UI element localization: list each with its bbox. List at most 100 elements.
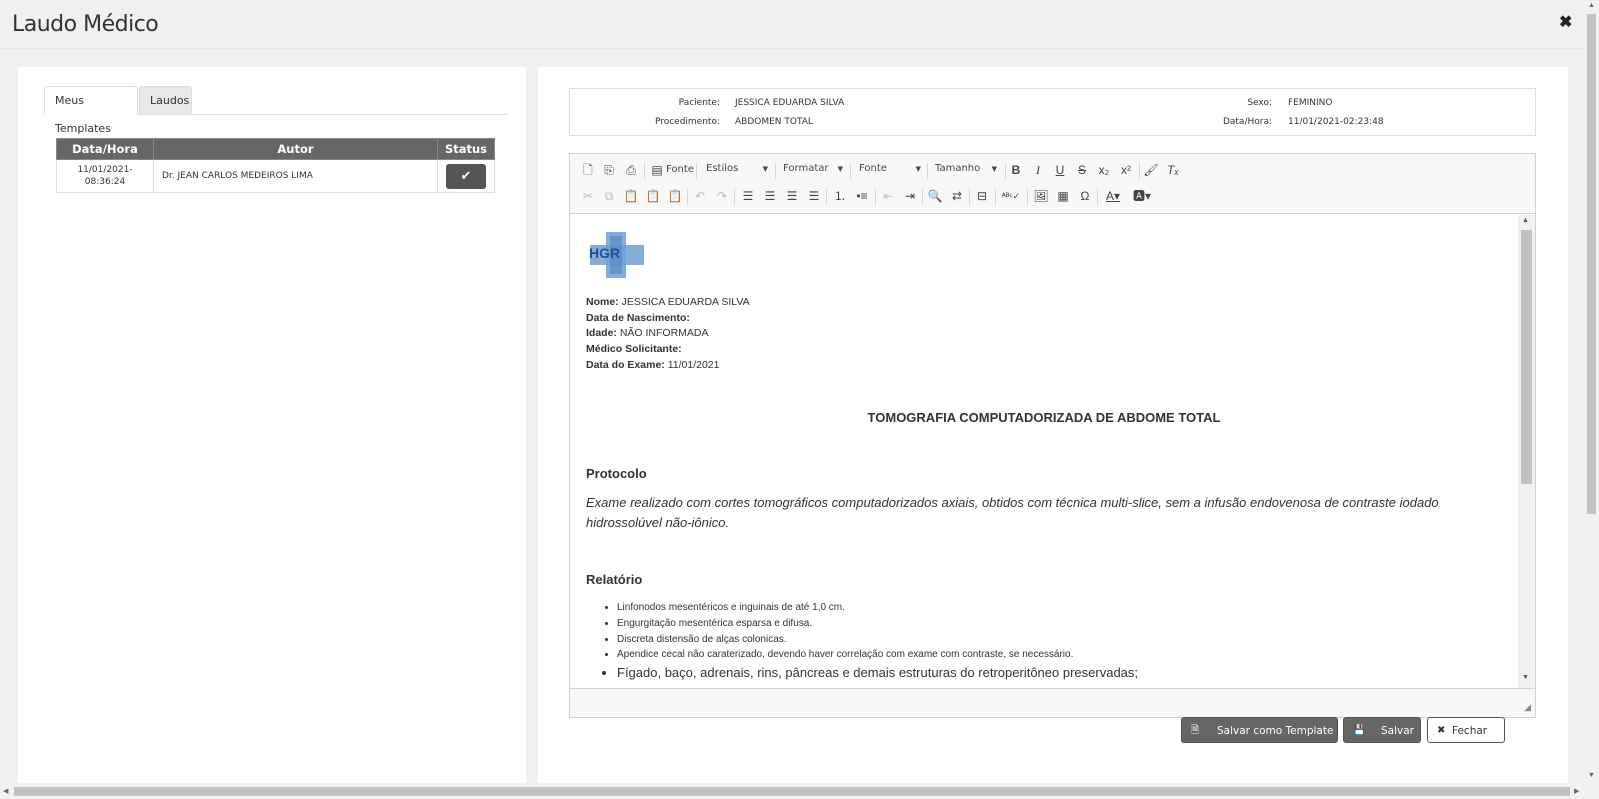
align-center-icon[interactable]: ☰ <box>761 187 779 205</box>
nascimento-label: Data de Nascimento: <box>586 312 690 324</box>
copy-format-icon[interactable]: 🖌 <box>1142 161 1160 179</box>
relatorio-list: Linfonodos mesentéricos e inguinais de a… <box>617 600 1138 683</box>
chevron-down-icon: ▼ <box>837 165 843 173</box>
save-button[interactable]: 💾 Salvar <box>1343 717 1421 743</box>
table-icon[interactable]: ▦ <box>1054 187 1072 205</box>
strikethrough-icon[interactable]: S <box>1073 161 1091 179</box>
redo-icon[interactable]: ↷ <box>713 187 731 205</box>
background-color-icon[interactable]: 🅰▾ <box>1130 187 1154 205</box>
close-label: Fechar <box>1452 725 1488 737</box>
save-template-button[interactable]: 🗎 Salvar como Template <box>1181 717 1338 743</box>
header-divider <box>0 48 1584 49</box>
print-icon[interactable]: ⎙ <box>622 161 640 179</box>
source-button[interactable]: Fonte <box>666 161 694 179</box>
italic-icon[interactable]: I <box>1029 161 1047 179</box>
image-icon[interactable]: 🖼 <box>1032 187 1050 205</box>
scrollbar-thumb[interactable] <box>1587 14 1596 514</box>
text-color-icon[interactable]: A▾ <box>1101 187 1125 205</box>
preview-icon[interactable]: ⎘ <box>600 161 618 179</box>
scroll-down-icon[interactable]: ▼ <box>1522 674 1529 681</box>
table-row[interactable]: 11/01/2021- 08:36:24 Dr. JEAN CARLOS MED… <box>56 159 495 193</box>
idade-line: Idade: NÃO INFORMADA <box>586 327 709 339</box>
hgr-logo: HGR <box>586 230 648 280</box>
remove-format-icon[interactable]: Tₓ <box>1164 161 1182 179</box>
header-status[interactable]: Status <box>437 138 495 160</box>
list-item: Fígado, baço, adrenais, rins, pâncreas e… <box>617 663 1138 683</box>
replace-icon[interactable]: ⇄ <box>948 187 966 205</box>
header-data-hora[interactable]: Data/Hora <box>56 138 154 160</box>
outdent-icon[interactable]: ⇤ <box>879 187 897 205</box>
close-button[interactable]: ✖ Fechar <box>1427 717 1505 743</box>
styles-label: Estilos <box>706 163 739 174</box>
tab-meus-templates[interactable]: Meus Templates <box>44 86 138 135</box>
procedimento-label: Procedimento: <box>654 117 720 127</box>
find-icon[interactable]: 🔍 <box>926 187 944 205</box>
scroll-up-icon[interactable]: ▲ <box>1522 217 1529 224</box>
new-page-icon[interactable]: 🗋 <box>579 161 597 179</box>
header-autor[interactable]: Autor <box>153 138 438 160</box>
paste-icon[interactable]: 📋 <box>622 187 640 205</box>
row-author: Dr. JEAN CARLOS MEDEIROS LIMA <box>153 159 438 193</box>
sexo-label: Sexo: <box>1247 98 1272 108</box>
scrollbar-thumb[interactable] <box>14 787 1570 796</box>
numbered-list-icon[interactable]: ⒈ <box>831 187 849 205</box>
nome-value: JESSICA EDUARDA SILVA <box>621 296 750 308</box>
floppy-icon: 💾 <box>1353 725 1366 736</box>
chevron-down-icon: ▼ <box>762 165 768 173</box>
paste-text-icon[interactable]: 📋 <box>644 187 662 205</box>
special-char-icon[interactable]: Ω <box>1076 187 1094 205</box>
window-vertical-scrollbar[interactable]: ▲ ▼ <box>1584 0 1599 784</box>
idade-label: Idade: <box>586 327 617 339</box>
bold-icon[interactable]: B <box>1007 161 1025 179</box>
list-item: Apendice cecal não caraterizado, devendo… <box>617 647 1138 663</box>
save-label: Salvar <box>1381 725 1414 737</box>
datahora-value: 11/01/2021-02:23:48 <box>1288 117 1384 127</box>
bullet-list-icon[interactable]: •≡ <box>853 187 871 205</box>
row-date: 11/01/2021- 08:36:24 <box>56 159 154 193</box>
window-horizontal-scrollbar[interactable]: ◀ ▶ <box>0 784 1599 799</box>
check-icon[interactable]: ✔ <box>446 163 486 189</box>
subscript-icon[interactable]: x₂ <box>1095 161 1113 179</box>
align-justify-icon[interactable]: ☰ <box>805 187 823 205</box>
spellcheck-icon[interactable]: ᴬᴮᶜ✓ <box>999 187 1023 205</box>
editor-scrollbar[interactable]: ▲ ▼ <box>1518 215 1535 688</box>
protocolo-heading: Protocolo <box>586 466 647 481</box>
exame-line: Data do Exame: 11/01/2021 <box>586 359 719 371</box>
paste-word-icon[interactable]: 📋 <box>666 187 684 205</box>
scroll-left-icon[interactable]: ◀ <box>3 787 8 795</box>
resize-handle-icon[interactable]: ◢ <box>1524 702 1531 713</box>
size-dropdown[interactable]: Tamanho ▼ <box>935 160 997 178</box>
report-panel: Paciente: JESSICA EDUARDA SILVA Procedim… <box>538 67 1568 783</box>
patient-info-box: Paciente: JESSICA EDUARDA SILVA Procedim… <box>569 88 1536 136</box>
idade-value: NÃO INFORMADA <box>619 327 709 339</box>
scroll-up-icon[interactable]: ▲ <box>1588 2 1595 9</box>
scrollbar-thumb[interactable] <box>1521 230 1532 484</box>
cut-icon[interactable]: ✂ <box>579 187 597 205</box>
close-icon: ✖ <box>1437 725 1446 736</box>
align-left-icon[interactable]: ☰ <box>739 187 757 205</box>
row-date-time: 08:36:24 <box>84 177 126 187</box>
tab-bar: Meus Templates Laudos <box>44 86 508 135</box>
align-right-icon[interactable]: ☰ <box>783 187 801 205</box>
font-label: Fonte <box>859 163 887 174</box>
source-icon[interactable]: ▤ <box>648 161 666 179</box>
undo-icon[interactable]: ↶ <box>691 187 709 205</box>
size-label: Tamanho <box>935 163 981 174</box>
font-dropdown[interactable]: Fonte ▼ <box>859 160 921 178</box>
format-dropdown[interactable]: Formatar ▼ <box>783 160 843 178</box>
exame-value: 11/01/2021 <box>667 359 720 371</box>
underline-icon[interactable]: U <box>1051 161 1069 179</box>
superscript-icon[interactable]: x² <box>1117 161 1135 179</box>
templates-panel: Meus Templates Laudos Data/Hora Autor St… <box>18 67 526 783</box>
page-break-icon[interactable]: ⊟ <box>973 187 991 205</box>
indent-icon[interactable]: ⇥ <box>901 187 919 205</box>
scroll-right-icon[interactable]: ▶ <box>1574 787 1579 795</box>
datahora-label: Data/Hora: <box>1222 117 1272 127</box>
styles-dropdown[interactable]: Estilos ▼ <box>706 160 768 178</box>
tab-laudos[interactable]: Laudos <box>139 86 192 115</box>
close-icon[interactable]: ✖ <box>1559 12 1572 32</box>
editor-content[interactable]: HGR Nome: JESSICA EDUARDA SILVA Data de … <box>570 215 1518 688</box>
file-icon: 🗎 <box>1191 725 1200 736</box>
scroll-down-icon[interactable]: ▼ <box>1588 772 1595 779</box>
copy-icon[interactable]: ⧉ <box>600 187 618 205</box>
